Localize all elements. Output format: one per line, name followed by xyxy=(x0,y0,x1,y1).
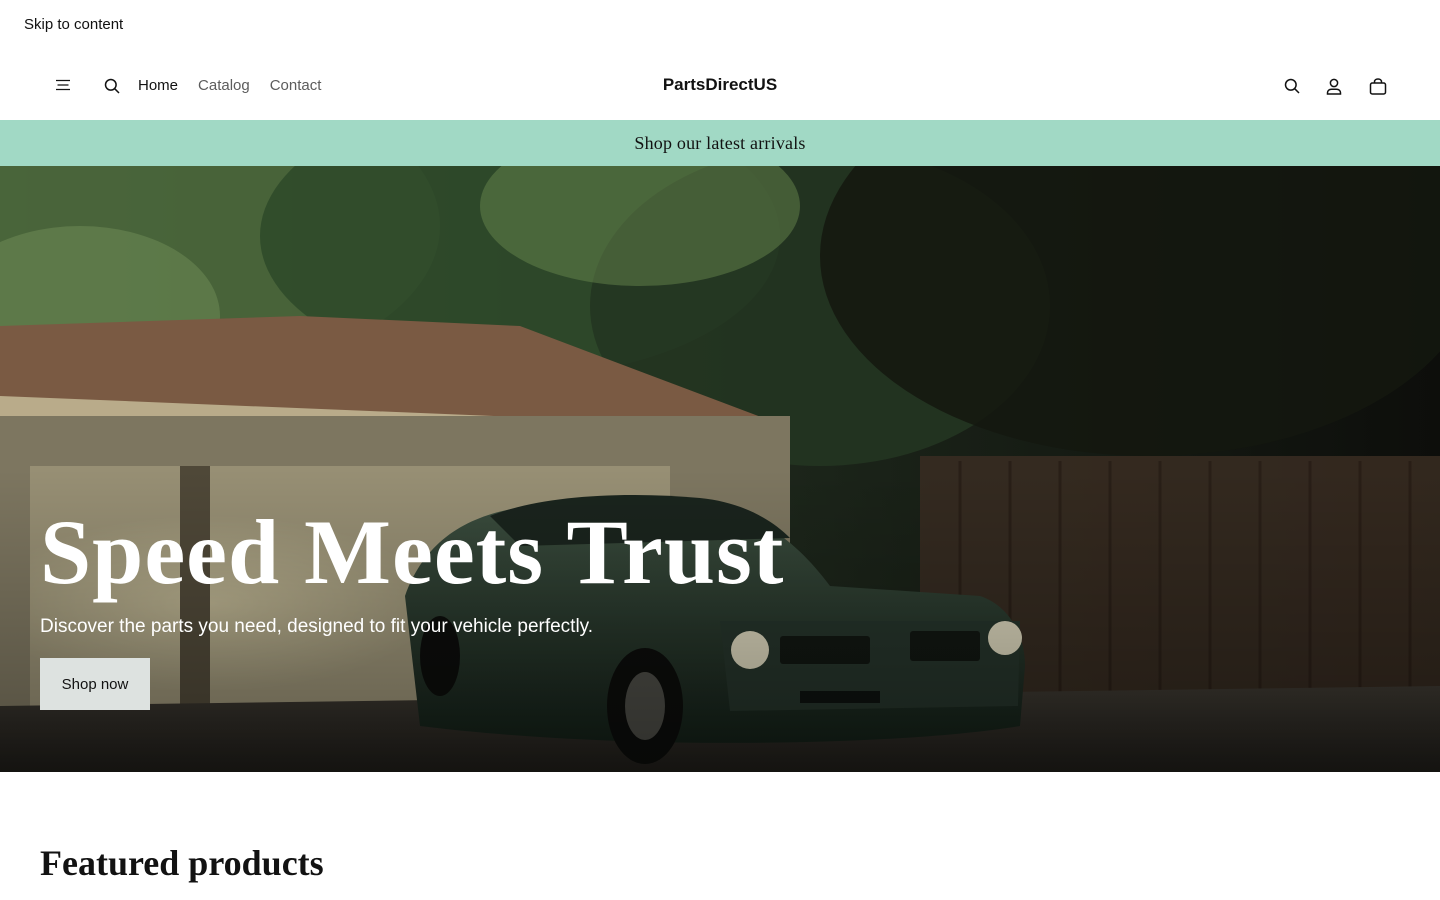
hamburger-menu-icon[interactable] xyxy=(51,73,75,97)
announcement-text[interactable]: Shop our latest arrivals xyxy=(634,133,805,154)
site-header: Home Catalog Contact PartsDirectUS xyxy=(0,50,1440,120)
nav-contact-link[interactable]: Contact xyxy=(270,77,322,94)
featured-products-heading: Featured products xyxy=(40,843,324,883)
nav-catalog-link[interactable]: Catalog xyxy=(198,77,250,94)
main-nav: Home Catalog Contact xyxy=(138,50,321,120)
shop-now-button[interactable]: Shop now xyxy=(40,658,150,710)
skip-to-content-link[interactable]: Skip to content xyxy=(24,16,123,33)
hero-content: Speed Meets Trust Discover the parts you… xyxy=(40,506,784,710)
hero-subtitle: Discover the parts you need, designed to… xyxy=(40,616,594,637)
cart-bag-icon[interactable] xyxy=(1366,74,1390,98)
hero-banner: Speed Meets Trust Discover the parts you… xyxy=(0,166,1440,772)
hero-title: Speed Meets Trust xyxy=(40,501,785,603)
search-icon[interactable] xyxy=(100,74,124,98)
nav-home-link[interactable]: Home xyxy=(138,77,178,94)
announcement-bar: Shop our latest arrivals xyxy=(0,120,1440,166)
site-logo[interactable]: PartsDirectUS xyxy=(663,75,777,95)
account-icon[interactable] xyxy=(1322,74,1346,98)
search-icon[interactable] xyxy=(1280,74,1304,98)
